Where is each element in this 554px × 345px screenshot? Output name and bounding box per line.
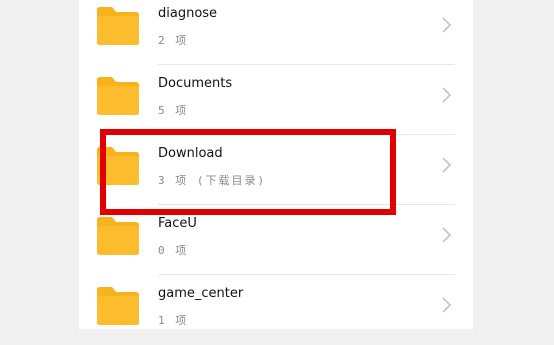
folder-icon xyxy=(95,76,141,116)
folder-icon xyxy=(95,146,141,186)
folder-row-faceu[interactable]: FaceU 0 项 xyxy=(79,205,473,275)
file-list-panel: diagnose 2 项 Documents 5 项 Download 3 项 … xyxy=(79,0,473,329)
folder-name: Documents xyxy=(158,76,233,91)
folder-icon xyxy=(95,6,141,46)
folder-name: Download xyxy=(158,146,223,161)
folder-item-count: 1 项 xyxy=(158,314,189,327)
folder-row-game-center[interactable]: game_center 1 项 xyxy=(79,275,473,345)
folder-item-count: 2 项 xyxy=(158,34,189,47)
chevron-right-icon xyxy=(439,295,453,315)
folder-item-count: 0 项 xyxy=(158,244,189,257)
chevron-right-icon xyxy=(439,155,453,175)
chevron-right-icon xyxy=(439,225,453,245)
folder-row-documents[interactable]: Documents 5 项 xyxy=(79,65,473,135)
chevron-right-icon xyxy=(439,15,453,35)
folder-row-download[interactable]: Download 3 项 (下载目录) xyxy=(79,135,473,205)
chevron-right-icon xyxy=(439,85,453,105)
folder-name: diagnose xyxy=(158,6,218,21)
folder-item-count: 3 项 (下载目录) xyxy=(158,174,267,187)
folder-name: game_center xyxy=(158,286,244,301)
folder-icon xyxy=(95,216,141,256)
folder-item-count: 5 项 xyxy=(158,104,189,117)
folder-row-diagnose[interactable]: diagnose 2 项 xyxy=(79,0,473,65)
folder-icon xyxy=(95,286,141,326)
folder-name: FaceU xyxy=(158,216,197,231)
